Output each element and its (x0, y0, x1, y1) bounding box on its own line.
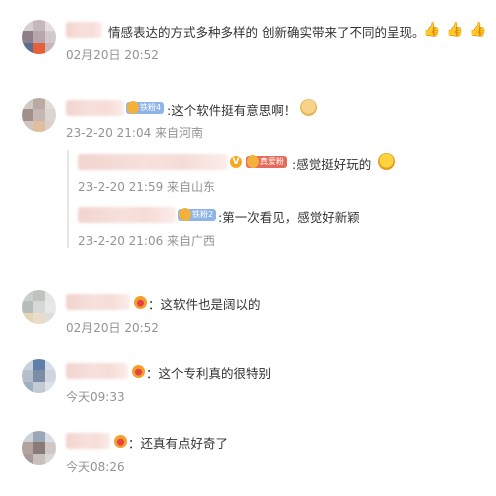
fan-badge: 铁粉4 (126, 101, 165, 114)
avatar[interactable] (22, 431, 56, 465)
username[interactable] (78, 154, 228, 170)
username[interactable] (66, 363, 128, 379)
fan-icon (134, 296, 147, 309)
comment-time: 23-2-20 21:04 来自河南 (66, 126, 204, 140)
comment-text: ：这软件也是阔以的 (148, 297, 261, 312)
avatar[interactable] (22, 359, 56, 393)
fan-level-icon (127, 101, 139, 114)
comment-item: 铁粉4 :这个软件挺有意思啊！ 23-2-20 21:04 来自河南 V 真爱粉… (0, 90, 496, 260)
comment-item: ：这个专利真的很特别 今天09:33 (0, 356, 496, 416)
avatar[interactable] (22, 20, 56, 54)
avatar[interactable] (22, 98, 56, 132)
username[interactable] (66, 22, 102, 38)
comment-time: 今天09:33 (66, 390, 125, 404)
comment-time: 02月20日 20:52 (66, 321, 159, 335)
comment-item: 情感表达的方式多种多样的 创新确实带来了不同的呈现。 👍 👍 👍 02月20日 … (0, 0, 496, 80)
fan-badge: 真爱粉 (246, 155, 287, 168)
username[interactable] (66, 433, 110, 449)
comment-text: 情感表达的方式多种多样的 创新确实带来了不同的呈现。 (108, 25, 425, 40)
doge-emoji (300, 99, 317, 116)
thumbs-up-emoji: 👍 (423, 22, 441, 38)
fan-badge: 铁粉2 (178, 208, 217, 221)
comment-item: ：还真有点好奇了 今天08:26 (0, 424, 496, 484)
username[interactable] (66, 294, 130, 310)
fan-level-icon (179, 208, 191, 221)
fan-icon (114, 435, 127, 448)
reply-thread-line (67, 150, 69, 248)
avatar[interactable] (22, 290, 56, 324)
thumbs-up-emoji: 👍 (469, 22, 487, 38)
comment-text: :这个软件挺有意思啊！ (167, 103, 297, 118)
laugh-emoji (378, 153, 395, 170)
comment-text: ：还真有点好奇了 (128, 436, 229, 451)
comment-text: ：这个专利真的很特别 (146, 366, 272, 381)
fan-icon (132, 365, 145, 378)
thumbs-up-emoji: 👍 (446, 22, 464, 38)
comment-time: 02月20日 20:52 (66, 48, 159, 62)
reply-text: :第一次看见，感觉好新颖 (218, 210, 360, 225)
fan-level-icon (247, 155, 259, 168)
reply-text: :感觉挺好玩的 (292, 157, 372, 172)
username[interactable] (66, 100, 124, 116)
reply-time: 23-2-20 21:06 来自广西 (78, 234, 216, 248)
reply-time: 23-2-20 21:59 来自山东 (78, 180, 216, 194)
comment-item: ：这软件也是阔以的 02月20日 20:52 (0, 288, 496, 348)
username[interactable] (78, 207, 176, 223)
comment-time: 今天08:26 (66, 460, 125, 474)
vip-icon: V (230, 156, 242, 168)
